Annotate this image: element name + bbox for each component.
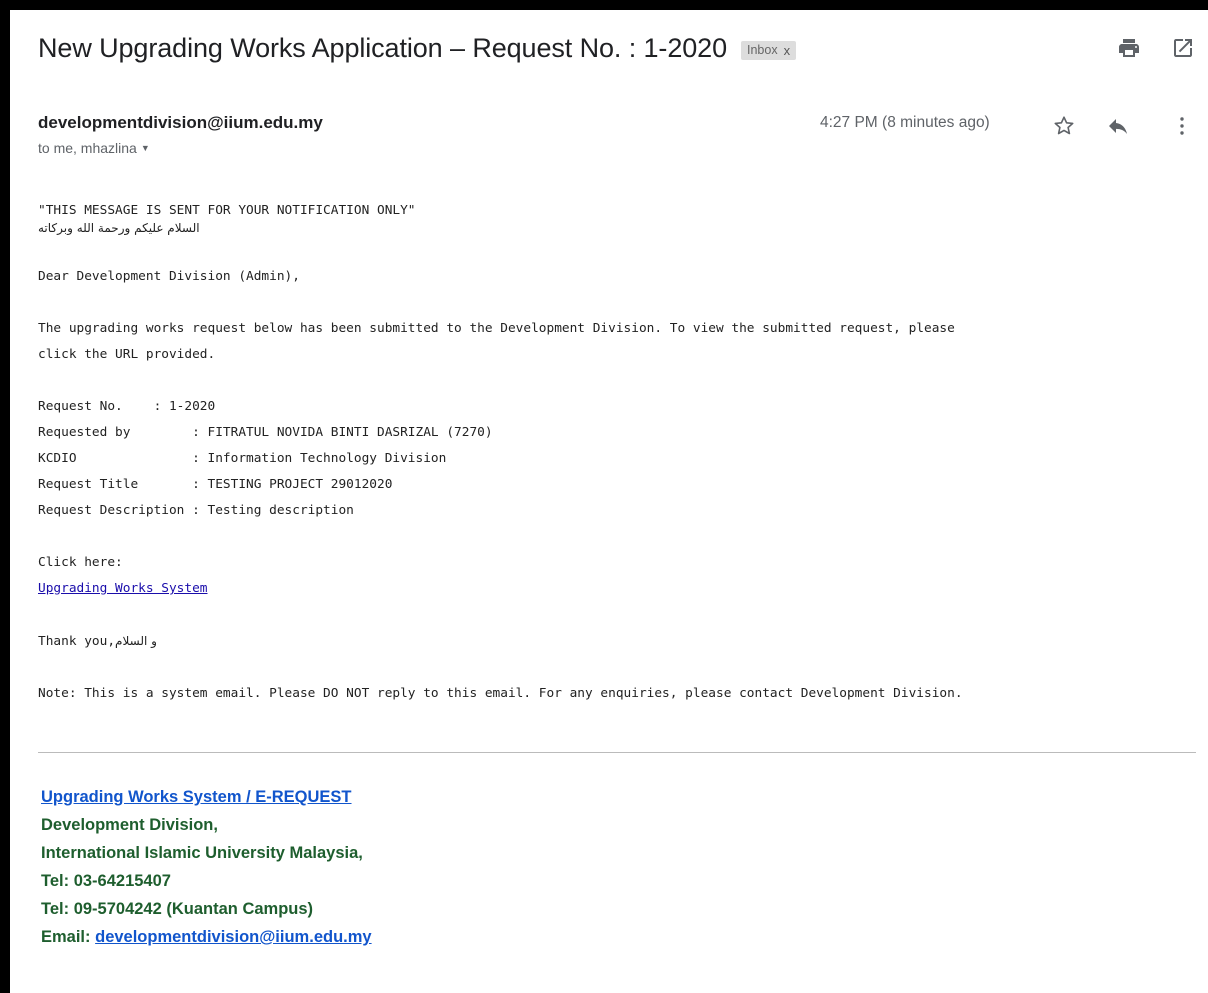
signature-divider xyxy=(38,752,1196,753)
detail-requested-by: Requested by : FITRATUL NOVIDA BINTI DAS… xyxy=(38,425,493,440)
inbox-label-chip[interactable]: Inbox x xyxy=(740,40,797,60)
detail-request-title: Request Title : TESTING PROJECT 29012020 xyxy=(38,477,393,492)
thanks-line: Thank you,و السلام xyxy=(38,628,1198,655)
signature-tel-1: Tel: 03-64215407 xyxy=(41,872,171,890)
subject-row: New Upgrading Works Application – Reques… xyxy=(38,28,797,68)
detail-kcdio: KCDIO : Information Technology Division xyxy=(38,451,447,466)
signature-university: International Islamic University Malaysi… xyxy=(41,844,363,862)
thanks-text: Thank you, xyxy=(38,634,116,649)
salutation: Dear Development Division (Admin), xyxy=(38,269,300,284)
signature-dept: Development Division, xyxy=(41,816,218,834)
received-time: 4:27 PM (8 minutes ago) xyxy=(820,114,990,131)
message-body: "THIS MESSAGE IS SENT FOR YOUR NOTIFICAT… xyxy=(38,198,1198,707)
intro-line-2: click the URL provided. xyxy=(38,347,216,362)
email-view: New Upgrading Works Application – Reques… xyxy=(10,10,1208,993)
signature-email-label: Email: xyxy=(41,928,96,946)
click-here-label: Click here: xyxy=(38,555,123,570)
inbox-label-text: Inbox xyxy=(746,43,778,57)
sender-address[interactable]: developmentdivision@iium.edu.my xyxy=(38,113,323,133)
reply-icon[interactable] xyxy=(1106,114,1130,138)
chevron-down-icon[interactable]: ▼ xyxy=(141,143,150,153)
signature-email-row: Email: developmentdivision@iium.edu.my xyxy=(41,923,372,951)
recipients[interactable]: to me, mhazlina ▼ xyxy=(38,140,150,156)
e-request-link[interactable]: Upgrading Works System / E-REQUEST xyxy=(41,788,352,806)
signature-tel-2: Tel: 09-5704242 (Kuantan Campus) xyxy=(41,900,314,918)
email-subject: New Upgrading Works Application – Reques… xyxy=(38,32,727,63)
arabic-greeting: السلام عليكم ورحمة الله وبركاته xyxy=(38,221,200,235)
notice-line: "THIS MESSAGE IS SENT FOR YOUR NOTIFICAT… xyxy=(38,203,416,218)
arabic-closing: و السلام xyxy=(115,634,157,648)
star-icon[interactable] xyxy=(1052,114,1076,138)
detail-request-description: Request Description : Testing descriptio… xyxy=(38,503,354,518)
open-in-new-window-icon[interactable] xyxy=(1171,36,1195,60)
print-icon[interactable] xyxy=(1117,36,1141,60)
signature-email-link[interactable]: developmentdivision@iium.edu.my xyxy=(95,928,371,946)
system-note: Note: This is a system email. Please DO … xyxy=(38,686,963,701)
intro-line-1: The upgrading works request below has be… xyxy=(38,321,955,336)
recipients-text: to me, mhazlina xyxy=(38,140,137,156)
remove-label-button[interactable]: x xyxy=(784,43,791,58)
more-vertical-icon[interactable] xyxy=(1170,114,1194,138)
detail-request-no: Request No. : 1-2020 xyxy=(38,399,216,414)
email-signature: Upgrading Works System / E-REQUEST Devel… xyxy=(41,783,372,951)
upgrading-works-system-link[interactable]: Upgrading Works System xyxy=(38,581,208,596)
